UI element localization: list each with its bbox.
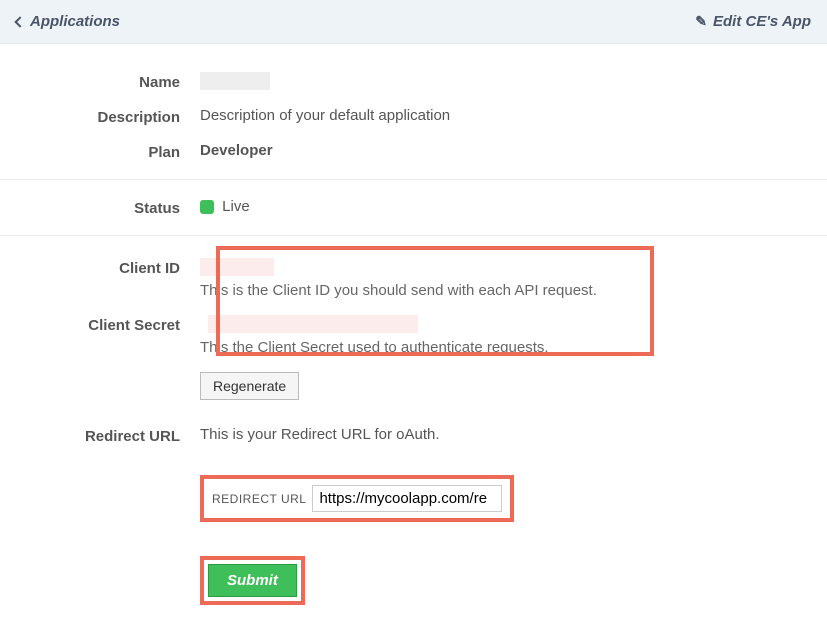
client-secret-value-wrap: This the Client Secret used to authentic… xyxy=(200,315,827,356)
client-id-help: This is the Client ID you should send wi… xyxy=(200,282,797,299)
divider xyxy=(0,235,827,236)
row-description: Description Description of your default … xyxy=(0,99,827,134)
row-client-secret: Client Secret This the Client Secret use… xyxy=(0,307,827,364)
name-label: Name xyxy=(0,72,200,91)
edit-link-label: Edit CE's App xyxy=(713,13,811,30)
row-status: Status Live xyxy=(0,190,827,225)
row-submit: Submit xyxy=(0,530,827,613)
breadcrumb-label: Applications xyxy=(30,13,120,30)
page-header: Applications ✎ Edit CE's App xyxy=(0,0,827,44)
divider xyxy=(0,179,827,180)
breadcrumb-applications[interactable]: Applications xyxy=(16,13,120,30)
content-area: Name Description Description of your def… xyxy=(0,44,827,613)
row-plan: Plan Developer xyxy=(0,134,827,169)
description-label: Description xyxy=(0,107,200,126)
client-id-value-wrap: This is the Client ID you should send wi… xyxy=(200,258,827,299)
redirect-url-input[interactable] xyxy=(312,485,502,512)
plan-value: Developer xyxy=(200,142,827,161)
client-secret-help: This the Client Secret used to authentic… xyxy=(200,339,797,356)
status-label: Status xyxy=(0,198,200,217)
redirect-url-label: Redirect URL xyxy=(0,426,200,445)
row-redirect-url: Redirect URL This is your Redirect URL f… xyxy=(0,408,827,453)
plan-label: Plan xyxy=(0,142,200,161)
highlight-box-submit: Submit xyxy=(200,556,305,605)
row-name: Name xyxy=(0,64,827,99)
row-client-id: Client ID This is the Client ID you shou… xyxy=(0,246,827,307)
chevron-left-icon xyxy=(14,16,25,27)
credentials-section: Client ID This is the Client ID you shou… xyxy=(0,246,827,364)
redacted-name xyxy=(200,72,270,90)
status-value-wrap: Live xyxy=(200,198,827,217)
submit-button[interactable]: Submit xyxy=(208,564,297,597)
name-value xyxy=(200,72,827,91)
row-redirect-input: REDIRECT URL xyxy=(0,453,827,530)
redirect-url-help: This is your Redirect URL for oAuth. xyxy=(200,426,827,445)
status-value: Live xyxy=(222,198,250,215)
description-value: Description of your default application xyxy=(200,107,827,126)
edit-app-link[interactable]: ✎ Edit CE's App xyxy=(695,13,811,30)
redacted-client-secret xyxy=(208,315,418,333)
row-regenerate: Regenerate xyxy=(0,364,827,408)
status-badge-icon xyxy=(200,200,214,214)
pencil-icon: ✎ xyxy=(695,13,707,30)
highlight-box-redirect-input: REDIRECT URL xyxy=(200,475,514,522)
regenerate-button[interactable]: Regenerate xyxy=(200,372,299,400)
redacted-client-id xyxy=(200,258,274,276)
redirect-input-label: REDIRECT URL xyxy=(212,492,306,506)
client-secret-label: Client Secret xyxy=(0,315,200,356)
client-id-label: Client ID xyxy=(0,258,200,299)
